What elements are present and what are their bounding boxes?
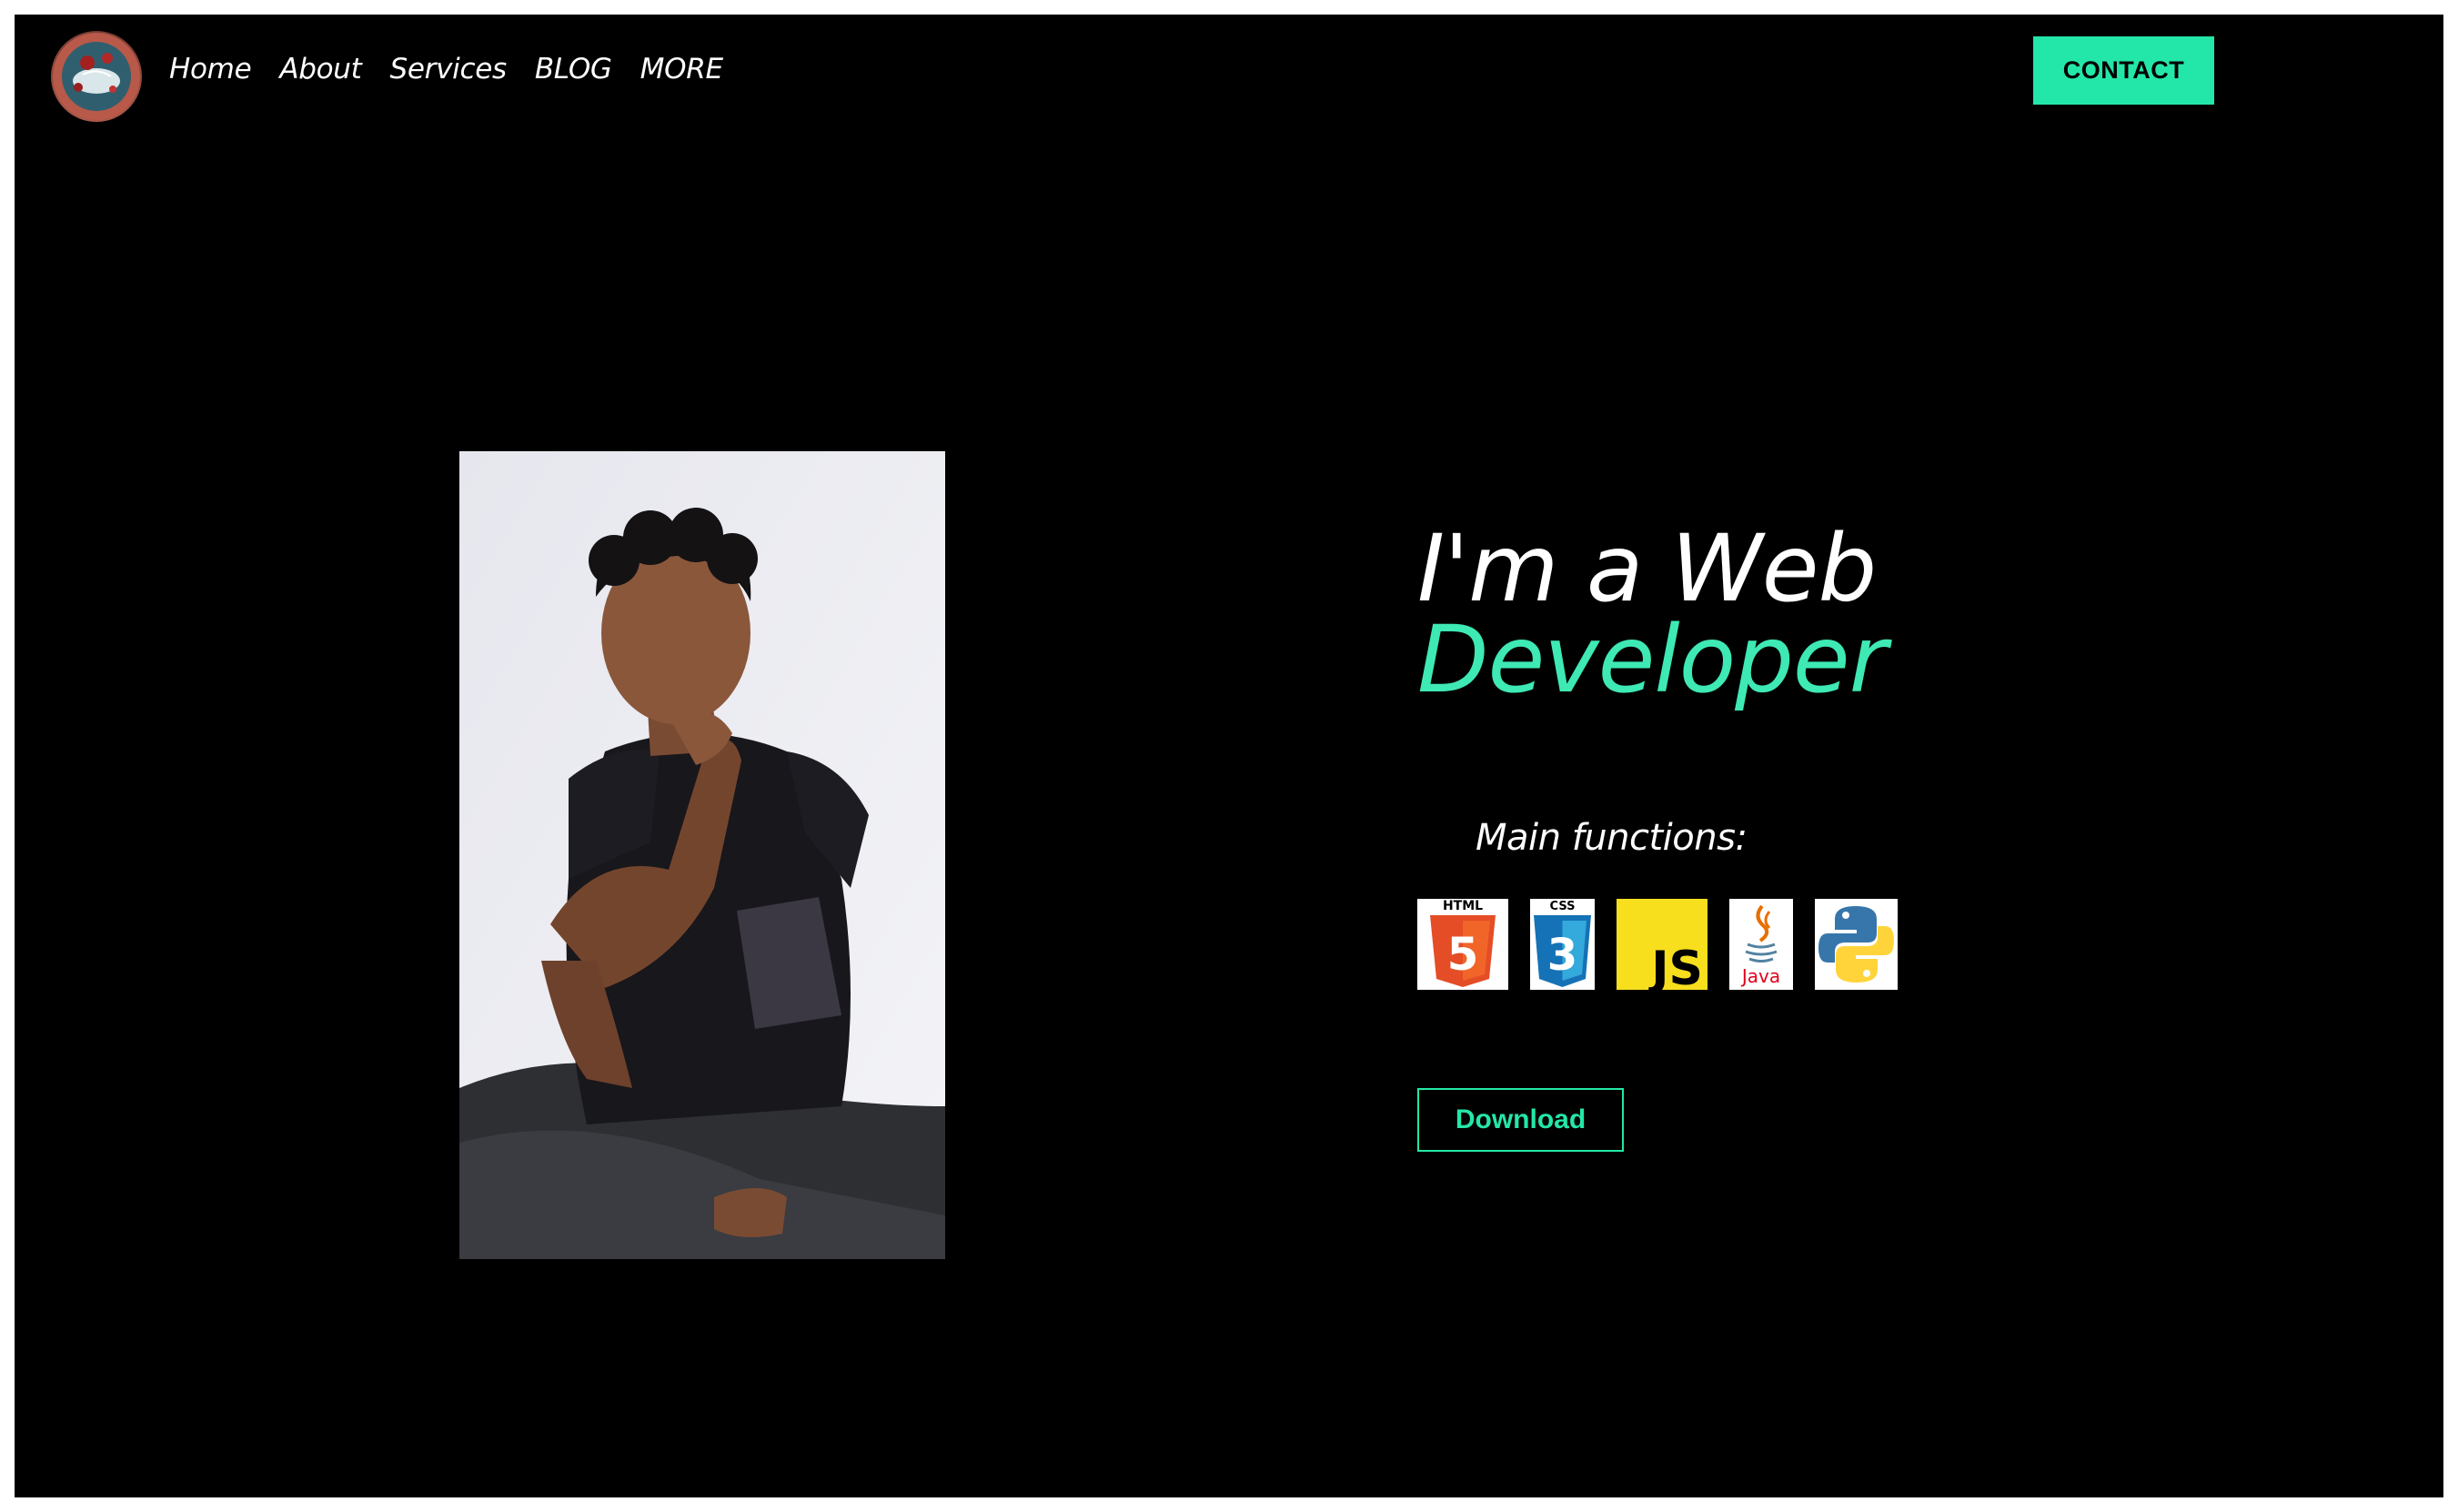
java-text: Java: [1740, 965, 1780, 987]
main-nav: Home About Services BLOG MORE: [169, 51, 723, 87]
nav-blog-link[interactable]: BLOG: [535, 51, 612, 87]
python-icon: [1815, 899, 1898, 990]
hero-headline: I'm a Web Developer: [1417, 515, 1888, 714]
html5-icon: HTML 5: [1417, 899, 1508, 990]
main-functions-label: Main functions:: [1476, 817, 1748, 859]
headline-line-1: I'm a Web: [1417, 515, 1877, 623]
javascript-text: JS: [1648, 942, 1703, 990]
nav-more-link[interactable]: MORE: [640, 51, 723, 87]
css3-icon: CSS 3: [1530, 899, 1595, 990]
css3-digit: 3: [1547, 930, 1577, 981]
java-icon: Java: [1729, 899, 1793, 990]
css3-banner-text: CSS: [1550, 900, 1576, 913]
nav-about-link[interactable]: About: [279, 51, 361, 87]
html5-digit: 5: [1447, 928, 1479, 981]
avatar-logo-icon[interactable]: [51, 31, 142, 122]
javascript-icon: JS: [1617, 899, 1708, 990]
nav-home-link[interactable]: Home: [169, 51, 252, 87]
contact-button[interactable]: CONTACT: [2033, 36, 2214, 105]
profile-photo: [459, 451, 945, 1259]
headline-line-2: Developer: [1417, 606, 1888, 714]
page-root: Home About Services BLOG MORE CONTACT I'…: [15, 15, 2443, 1497]
nav-services-link[interactable]: Services: [390, 51, 508, 87]
download-button[interactable]: Download: [1417, 1088, 1624, 1152]
html5-banner-text: HTML: [1443, 899, 1483, 913]
